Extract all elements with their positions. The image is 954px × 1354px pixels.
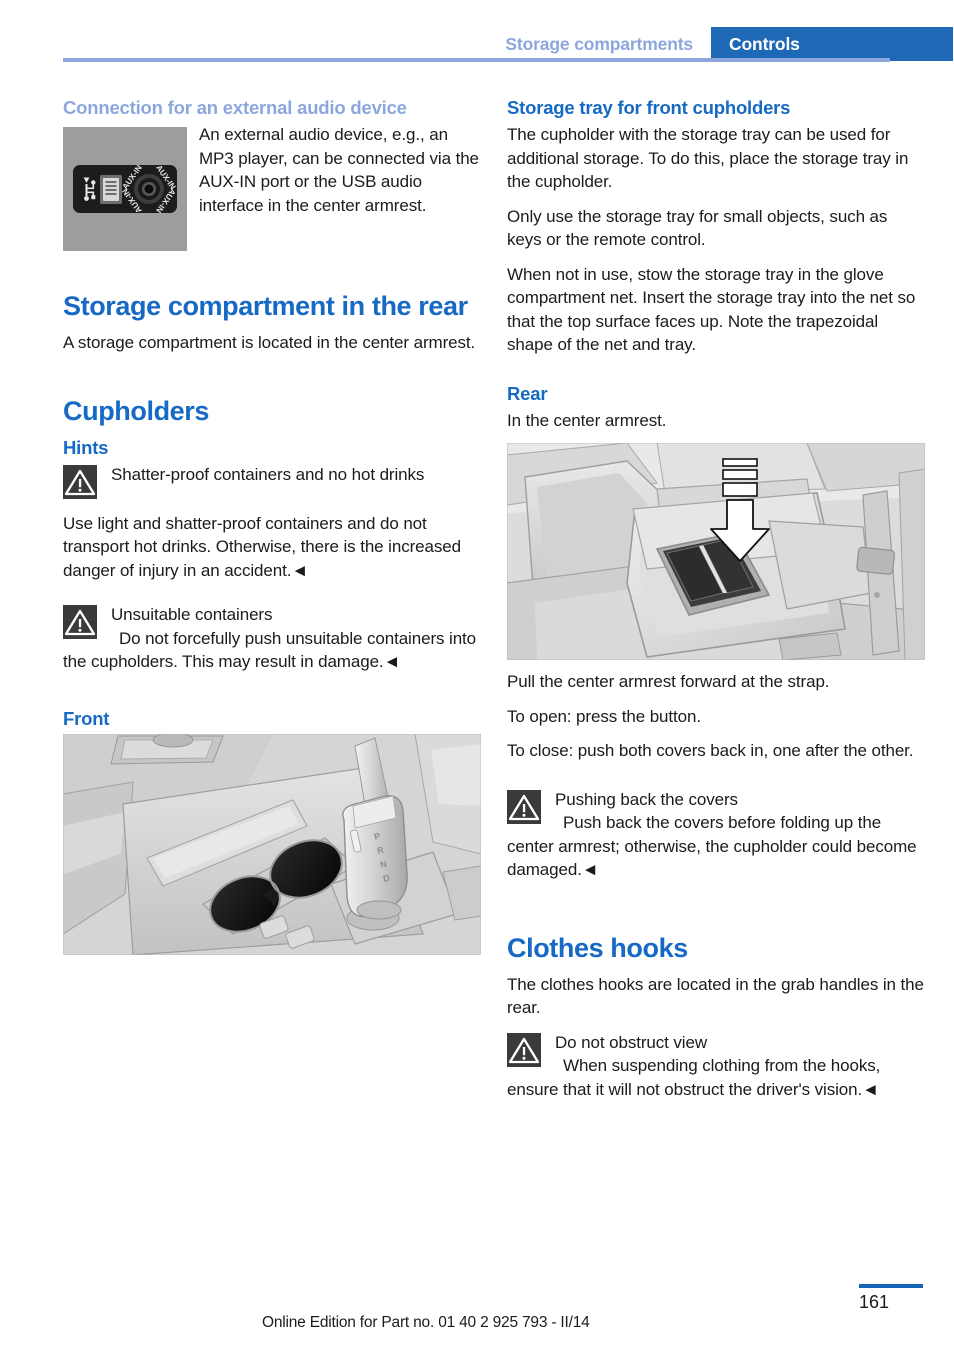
page-footer: Online Edition for Part no. 01 40 2 925 …: [0, 1270, 954, 1354]
warning-do-not-obstruct-view: Do not obstruct view When suspending clo…: [507, 1031, 925, 1102]
tray-paragraph-2: Only use the storage tray for small obje…: [507, 206, 888, 250]
rear-instruction-3: To close: push both covers back in, one …: [507, 741, 914, 760]
warning-shatter-proof-containers: Shatter-proof containers and no hot drin…: [63, 463, 481, 501]
rear-storage-text: A storage compartment is located in the …: [63, 333, 476, 352]
tray-paragraph-1: The cupholder with the storage tray can …: [507, 125, 909, 191]
tray-paragraph-3: When not in use, stow the storage tray i…: [507, 264, 916, 355]
usb-aux-in-port-icon: AUX-IN AUX-IN AUX-IN AUX-IN: [63, 127, 187, 251]
header-section-title: Storage compartments: [505, 33, 693, 54]
warning-title: Pushing back the covers: [555, 789, 738, 809]
warning-shatter-proof-body: Use light and shatter-proof containers a…: [63, 513, 461, 580]
warning-triangle-icon: [63, 605, 97, 639]
page-header: Storage compartments Controls: [0, 0, 954, 62]
heading-clothes-hooks: Clothes hooks: [507, 932, 688, 963]
header-divider: [63, 58, 890, 62]
right-column: Storage tray for front cupholders The cu…: [507, 96, 925, 1112]
warning-unsuitable-containers: Unsuitable containers Do not forcefully …: [63, 603, 481, 674]
warning-triangle-icon: [63, 464, 97, 499]
warning-obstruct-view-body: When suspending clothing from the hooks,…: [507, 1056, 881, 1099]
heading-hints: Hints: [63, 436, 109, 458]
heading-storage-compartment-rear: Storage compartment in the rear: [63, 291, 468, 321]
rear-text: In the center armrest.: [507, 410, 667, 430]
footer-edition-note: Online Edition for Part no. 01 40 2 925 …: [262, 1314, 590, 1331]
heading-rear: Rear: [507, 382, 548, 404]
rear-instruction-1: Pull the center armrest forward at the s…: [507, 672, 830, 691]
rear-instruction-2: To open: press the button.: [507, 706, 701, 726]
warning-title: Do not obstruct view: [555, 1032, 708, 1052]
heading-connection-external-audio: Connection for an external audio device: [63, 97, 407, 118]
heading-storage-tray-front-cupholders: Storage tray for front cupholders: [507, 97, 791, 118]
warning-title: Unsuitable containers: [111, 605, 273, 624]
header-chapter-title: Controls: [711, 27, 953, 61]
warning-unsuitable-body: Do not forcefully push unsuitable contai…: [63, 628, 477, 672]
warning-pushing-covers-body: Push back the covers before folding up t…: [507, 813, 917, 879]
warning-triangle-icon: [507, 1032, 541, 1067]
front-cupholders-figure: P R N D: [63, 733, 481, 955]
left-column: Connection for an external audio device: [63, 96, 481, 955]
page-number: 161: [859, 1292, 890, 1312]
rear-armrest-figure: [507, 443, 925, 660]
warning-triangle-icon: [507, 789, 541, 824]
warning-pushing-back-covers: Pushing back the covers Push back the co…: [507, 788, 925, 882]
header-tabs: Storage compartments Controls: [63, 27, 953, 61]
heading-cupholders: Cupholders: [63, 395, 210, 426]
clothes-hooks-text: The clothes hooks are located in the gra…: [507, 974, 924, 1018]
warning-title: Shatter-proof containers and no hot drin…: [111, 464, 425, 484]
heading-front: Front: [63, 707, 110, 729]
page-number-rule: [859, 1284, 923, 1288]
audio-figure-block: AUX-IN AUX-IN AUX-IN AUX-IN An external …: [63, 123, 481, 251]
